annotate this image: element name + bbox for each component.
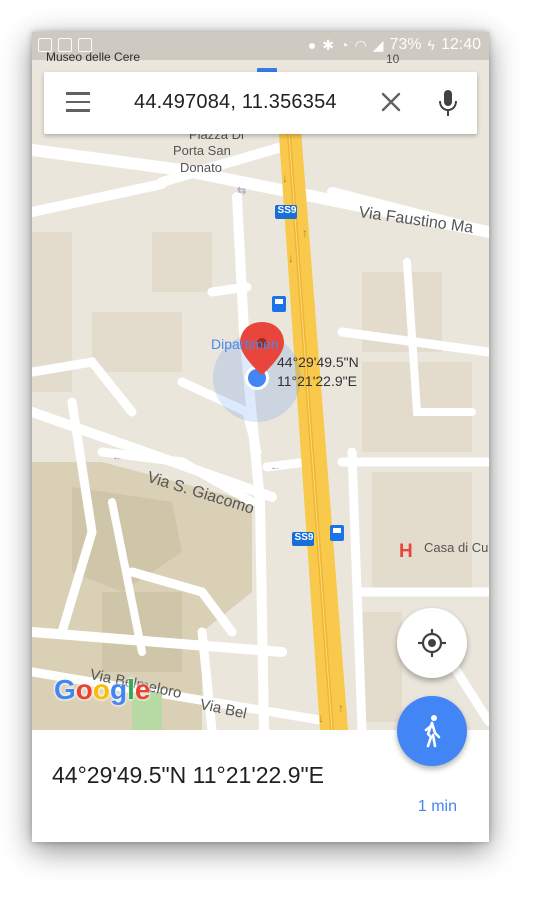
- bus-stop-icon: [330, 525, 344, 541]
- map-label-dipart: Dipartimen: [211, 336, 279, 352]
- menu-icon[interactable]: [66, 92, 90, 112]
- google-logo-o2: o: [92, 674, 110, 705]
- svg-text:←: ←: [112, 451, 123, 463]
- google-logo-g1: G: [54, 674, 76, 705]
- signal-icon: ◢: [372, 37, 384, 53]
- battery-charging-icon: ϟ: [427, 37, 435, 53]
- map-label-porta: Porta San: [173, 143, 231, 158]
- google-logo-g2: g: [110, 674, 128, 705]
- bus-stop-icon: [272, 296, 286, 312]
- svg-text:↓: ↓: [288, 251, 294, 265]
- alarm-icon: ◔: [340, 37, 349, 53]
- walking-directions-button[interactable]: [397, 696, 467, 766]
- svg-text:↑: ↑: [302, 226, 308, 240]
- screenshot-notification-icon: [38, 38, 52, 52]
- svg-text:↑: ↑: [338, 701, 344, 715]
- battery-percent: 73%: [389, 36, 422, 53]
- ss9-label-bottom: SS9: [294, 532, 314, 543]
- google-logo-e: e: [134, 674, 151, 705]
- usb-notification-icon: [58, 38, 72, 52]
- map-label-coord-lng: 11°21'22.9"E: [277, 373, 357, 389]
- mic-icon[interactable]: [436, 88, 460, 118]
- google-logo-l: l: [127, 674, 135, 705]
- clock: 12:40: [440, 36, 481, 53]
- svg-text:↓: ↓: [318, 711, 324, 725]
- svg-text:↓: ↓: [282, 171, 288, 185]
- map-label-donato: Donato: [180, 160, 222, 175]
- svg-text:←: ←: [270, 461, 281, 473]
- gmail-notification-icon: [78, 38, 92, 52]
- wifi-icon: ◠: [354, 37, 367, 53]
- phone-screen: ↓ ↓ ↑ ↓ ↑ ⇆ ← ← H Museo delle Cere 10 Pi…: [32, 32, 489, 842]
- search-bar[interactable]: 44.497084, 11.356354: [44, 72, 477, 134]
- close-icon[interactable]: [379, 90, 403, 114]
- svg-text:⇆: ⇆: [237, 185, 246, 197]
- status-bar: ● ✱ ◔ ◠ ◢ 73% ϟ 12:40: [32, 32, 489, 60]
- map-label-coord-lat: 44°29'49.5"N: [277, 354, 359, 370]
- place-title: 44°29'49.5"N 11°21'22.9"E: [52, 762, 325, 788]
- hospital-icon: H: [399, 541, 413, 562]
- search-input[interactable]: 44.497084, 11.356354: [134, 91, 337, 114]
- ss9-label-top: SS9: [277, 205, 297, 216]
- my-location-button[interactable]: [397, 608, 467, 678]
- walk-icon: [424, 715, 441, 748]
- bluetooth-icon: ✱: [322, 37, 335, 53]
- travel-time: 1 min: [417, 798, 457, 815]
- google-logo: Google: [54, 674, 150, 706]
- location-status-icon: ●: [307, 37, 317, 53]
- map-label-casa: Casa di Cu: [424, 540, 489, 555]
- my-location-icon: [418, 629, 446, 657]
- google-logo-o1: o: [75, 674, 93, 705]
